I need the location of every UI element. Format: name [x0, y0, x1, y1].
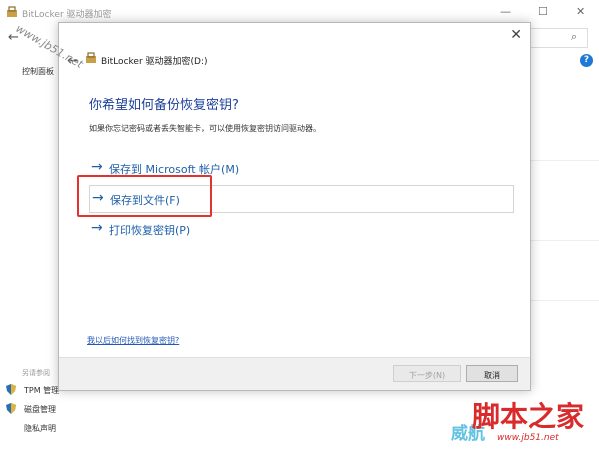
watermark-url: www.jb51.net	[497, 433, 559, 443]
help-icon[interactable]: ?	[580, 54, 593, 67]
search-icon[interactable]: ⌕	[571, 30, 577, 44]
shield-icon	[6, 384, 16, 395]
background-window-title: BitLocker 驱动器加密	[22, 10, 112, 20]
divider	[525, 240, 599, 241]
next-button[interactable]: 下一步(N)	[393, 365, 461, 382]
close-window-icon[interactable]: ✕	[576, 5, 585, 18]
dialog-footer: 下一步(N) 取消	[59, 357, 530, 390]
bitlocker-drive-icon	[86, 52, 96, 63]
see-also-heading: 另请参阅	[22, 369, 50, 377]
dialog-title: BitLocker 驱动器加密(D:)	[101, 57, 208, 67]
privacy-statement-link[interactable]: 隐私声明	[24, 423, 56, 434]
divider	[525, 300, 599, 301]
bitlocker-dialog: ✕ ← BitLocker 驱动器加密(D:) 你希望如何备份恢复密钥? 如果你…	[58, 22, 531, 391]
control-panel-link[interactable]: 控制面板	[22, 66, 54, 77]
close-icon[interactable]: ✕	[510, 27, 522, 43]
minimize-icon[interactable]: —	[500, 5, 511, 18]
shield-icon	[6, 403, 16, 414]
page-heading: 你希望如何备份恢复密钥?	[89, 98, 239, 113]
watermark-logo: 脚本之家	[472, 400, 585, 433]
cancel-button[interactable]: 取消	[466, 365, 518, 382]
arrow-right-icon: →	[91, 159, 103, 175]
find-recovery-key-help-link[interactable]: 我以后如何找到恢复密钥?	[87, 335, 179, 346]
bitlocker-app-icon	[7, 6, 17, 17]
red-highlight-box	[77, 175, 212, 217]
background-search-input[interactable]	[526, 28, 588, 48]
disk-management-link[interactable]: 磁盘管理	[24, 404, 56, 415]
tpm-management-link[interactable]: TPM 管理	[24, 385, 59, 396]
divider	[525, 160, 599, 161]
option-label: 打印恢复密钥(P)	[109, 224, 191, 237]
description-text: 如果你忘记密码或者丢失智能卡，可以使用恢复密钥访问驱动器。	[89, 124, 321, 133]
print-recovery-key-option[interactable]: → 打印恢复密钥(P)	[89, 216, 512, 242]
maximize-icon[interactable]: ☐	[538, 5, 548, 18]
arrow-right-icon: →	[91, 220, 103, 236]
